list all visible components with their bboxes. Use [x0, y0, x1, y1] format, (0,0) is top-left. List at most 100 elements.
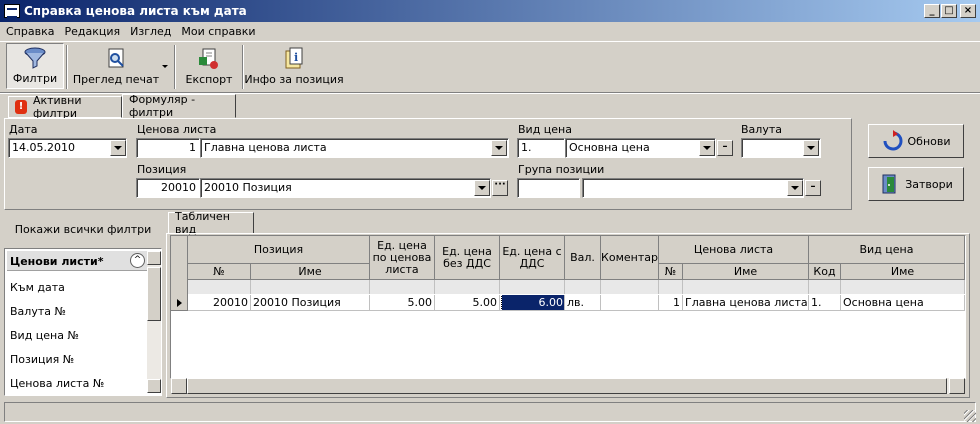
table-cell[interactable]: 20010 [188, 295, 251, 311]
maximize-button[interactable]: □ [941, 4, 957, 18]
grid-filter-cell[interactable] [435, 280, 500, 294]
col-group-position[interactable]: Позиция [188, 236, 370, 264]
table-cell[interactable]: Главна ценова листа [683, 295, 809, 311]
col-pricetype-name[interactable]: Име [841, 264, 965, 280]
grid-filter-cell[interactable] [251, 280, 370, 294]
table-cell[interactable]: 5.00 [435, 295, 500, 311]
scroll-thumb[interactable] [147, 267, 161, 321]
filter-item[interactable]: Вид цена № [10, 329, 79, 342]
col-pricelist-no[interactable]: № [659, 264, 683, 280]
currency-label: Валута [741, 123, 782, 136]
toolbar-separator [174, 45, 176, 89]
pricelist-dropdown-button[interactable] [491, 140, 507, 156]
group-label: Група позиции [518, 163, 605, 176]
filters-vscroll[interactable] [147, 251, 161, 393]
position-number-field[interactable]: 20010 [136, 178, 200, 198]
scroll-up-button[interactable] [147, 251, 161, 265]
menu-report[interactable]: Справка [6, 25, 54, 38]
print-preview-dropdown[interactable] [162, 43, 172, 89]
position-browse-button[interactable]: ··· [492, 180, 508, 196]
scroll-left-button[interactable] [171, 378, 187, 394]
row-indicator-header [171, 236, 188, 296]
status-bar [4, 402, 976, 422]
table-cell[interactable]: 5.00 [370, 295, 435, 311]
filter-item[interactable]: Позиция № [10, 353, 74, 366]
selected-cell[interactable]: 6.00 [500, 295, 565, 311]
filters-list: Ценови листи* ^ Към дата Валута № Вид це… [4, 248, 162, 396]
grid-filter-cell[interactable] [683, 280, 809, 294]
menu-my-reports[interactable]: Мои справки [181, 25, 255, 38]
table-cell[interactable]: лв. [565, 295, 601, 311]
pricetype-number-field[interactable]: 1. [517, 138, 565, 158]
col-unit-price-list[interactable]: Ед. цена по ценова листа [370, 236, 435, 280]
table-cell[interactable]: 1 [659, 295, 683, 311]
grid-filter-cell[interactable] [500, 280, 565, 294]
close-window-button[interactable]: × [960, 4, 976, 18]
col-pricetype-code[interactable]: Код [809, 264, 841, 280]
pricelist-label: Ценова листа [137, 123, 217, 136]
position-info-button[interactable]: i Инфо за позиция [244, 43, 344, 89]
table-cell[interactable]: 20010 Позиция [251, 295, 370, 311]
filter-item[interactable]: Валута № [10, 305, 66, 318]
grid-filter-cell[interactable] [659, 280, 683, 294]
col-group-pricetype[interactable]: Вид цена [809, 236, 965, 264]
tab-active-filters[interactable]: ! Активни филтри [8, 94, 122, 120]
scroll-down-button[interactable] [147, 379, 161, 393]
filter-icon [24, 47, 46, 69]
group-number-field[interactable] [517, 178, 580, 198]
grid-filter-cell[interactable] [188, 280, 251, 294]
menu-view[interactable]: Изглед [130, 25, 171, 38]
currency-dropdown-button[interactable] [803, 140, 819, 156]
position-name-field[interactable]: 20010 Позиция [200, 178, 491, 198]
table-cell[interactable]: Основна цена [841, 295, 965, 311]
pricelist-number-field[interactable]: 1 [136, 138, 200, 158]
col-group-pricelist[interactable]: Ценова листа [659, 236, 809, 264]
position-dropdown-button[interactable] [474, 180, 490, 196]
date-dropdown-button[interactable] [110, 140, 126, 156]
col-pricelist-name[interactable]: Име [683, 264, 809, 280]
filters-list-header[interactable]: Ценови листи* ^ [7, 251, 147, 271]
close-button[interactable]: Затвори [868, 167, 964, 201]
grid-hscroll[interactable] [171, 378, 965, 394]
data-grid: Позиция № Име Ед. цена по ценова листа Е… [170, 235, 966, 379]
col-unit-with-vat[interactable]: Ед. цена с ДДС [500, 236, 565, 280]
col-comment[interactable]: Коментар [601, 236, 659, 280]
grid-filter-cell[interactable] [841, 280, 965, 294]
export-button[interactable]: Експорт [178, 43, 240, 89]
pricetype-name-field[interactable]: Основна цена [565, 138, 716, 158]
group-clear-button[interactable]: – [805, 180, 821, 196]
collapse-icon[interactable]: ^ [130, 253, 145, 268]
pricelist-name-field[interactable]: Главна ценова листа [200, 138, 509, 158]
refresh-button[interactable]: Обнови [868, 124, 964, 158]
col-unit-no-vat[interactable]: Ед. цена без ДДС [435, 236, 500, 280]
pricetype-clear-button[interactable]: – [717, 140, 733, 156]
toolbar-separator [66, 45, 68, 89]
grid-filter-cell[interactable] [565, 280, 601, 294]
grid-filter-cell[interactable] [370, 280, 435, 294]
pricetype-dropdown-button[interactable] [699, 140, 715, 156]
filters-button[interactable]: Филтри [6, 43, 64, 89]
table-cell[interactable]: 1. [809, 295, 841, 311]
row-indicator[interactable] [171, 295, 188, 311]
door-exit-icon [882, 174, 896, 194]
filter-item[interactable]: Към дата [10, 281, 65, 294]
col-position-name[interactable]: Име [251, 264, 370, 280]
minimize-button[interactable]: _ [924, 4, 940, 18]
print-preview-button[interactable]: Преглед печат [70, 43, 162, 89]
group-name-field[interactable] [582, 178, 804, 198]
scroll-right-button[interactable] [949, 378, 965, 394]
show-all-filters-button[interactable]: Покажи всички филтри [4, 212, 162, 246]
grid-filter-cell[interactable] [809, 280, 841, 294]
tab-form-filters[interactable]: Формуляр - филтри [122, 93, 236, 119]
table-cell[interactable] [601, 295, 659, 311]
col-position-no[interactable]: № [188, 264, 251, 280]
filter-item[interactable]: Ценова листа № [10, 377, 104, 390]
chevron-down-icon [162, 64, 168, 68]
hscroll-thumb[interactable] [187, 378, 947, 394]
col-currency[interactable]: Вал. [565, 236, 601, 280]
grid-filter-cell[interactable] [601, 280, 659, 294]
tab-table-view[interactable]: Табличен вид [168, 210, 254, 236]
group-dropdown-button[interactable] [787, 180, 803, 196]
menu-edit[interactable]: Редакция [64, 25, 120, 38]
resize-grip[interactable] [964, 410, 976, 422]
